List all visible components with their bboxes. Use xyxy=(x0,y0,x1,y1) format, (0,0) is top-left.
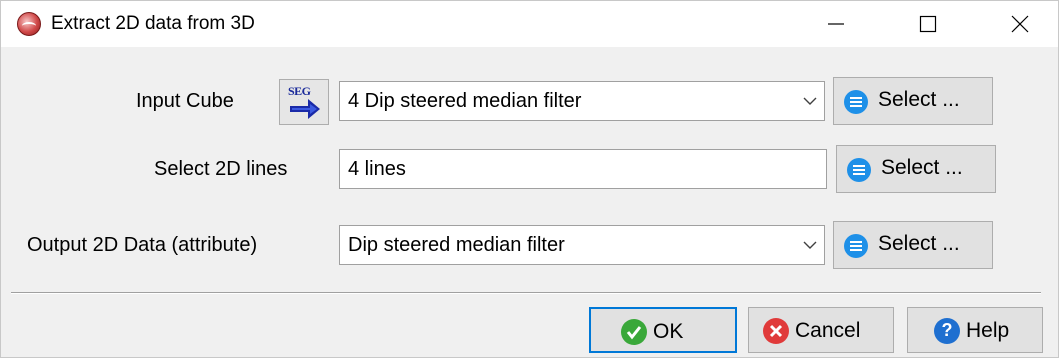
output-2d-label: Output 2D Data (attribute) xyxy=(27,234,258,256)
dialog-window: Extract 2D data from 3D Input Cube SEG 4 xyxy=(0,0,1059,358)
minimize-icon xyxy=(828,23,844,25)
title-bar: Extract 2D data from 3D xyxy=(1,1,1058,47)
window-title: Extract 2D data from 3D xyxy=(51,13,255,34)
close-button[interactable] xyxy=(992,1,1048,47)
select-2d-lines-label: Select 2D lines xyxy=(154,158,288,180)
help-label: Help xyxy=(966,319,1010,342)
ok-label: OK xyxy=(653,320,684,343)
help-button[interactable]: ? Help xyxy=(907,307,1043,353)
minimize-button[interactable] xyxy=(808,1,864,47)
maximize-button[interactable] xyxy=(900,1,956,47)
select-button-label: Select ... xyxy=(881,156,963,179)
arrow-right-icon xyxy=(290,99,320,119)
input-cube-select-button[interactable]: Select ... xyxy=(833,77,993,125)
list-icon xyxy=(844,234,868,258)
close-icon xyxy=(1011,15,1029,33)
input-cube-label: Input Cube xyxy=(136,90,234,112)
ok-button[interactable]: OK xyxy=(589,307,737,353)
output-2d-dropdown[interactable]: Dip steered median filter xyxy=(339,225,825,265)
select-button-label: Select ... xyxy=(878,232,960,255)
cancel-button[interactable]: Cancel xyxy=(748,307,894,353)
select-2d-lines-field[interactable]: 4 lines xyxy=(339,149,827,189)
select-2d-lines-value: 4 lines xyxy=(348,158,406,180)
output-2d-value: Dip steered median filter xyxy=(348,234,565,256)
help-icon: ? xyxy=(934,318,960,344)
select-2d-lines-select-button[interactable]: Select ... xyxy=(836,145,996,193)
list-icon xyxy=(847,158,871,182)
output-2d-select-button[interactable]: Select ... xyxy=(833,221,993,269)
select-button-label: Select ... xyxy=(878,88,960,111)
cancel-label: Cancel xyxy=(795,319,861,342)
list-icon xyxy=(844,90,868,114)
check-icon xyxy=(621,319,647,345)
input-cube-value: 4 Dip steered median filter xyxy=(348,90,582,112)
input-cube-dropdown[interactable]: 4 Dip steered median filter xyxy=(339,81,825,121)
chevron-down-icon xyxy=(802,236,818,254)
chevron-down-icon xyxy=(802,92,818,110)
maximize-icon xyxy=(919,15,937,33)
app-icon xyxy=(17,12,41,36)
separator xyxy=(11,292,1041,294)
seg-import-button[interactable]: SEG xyxy=(279,79,329,125)
cancel-icon xyxy=(763,318,789,344)
